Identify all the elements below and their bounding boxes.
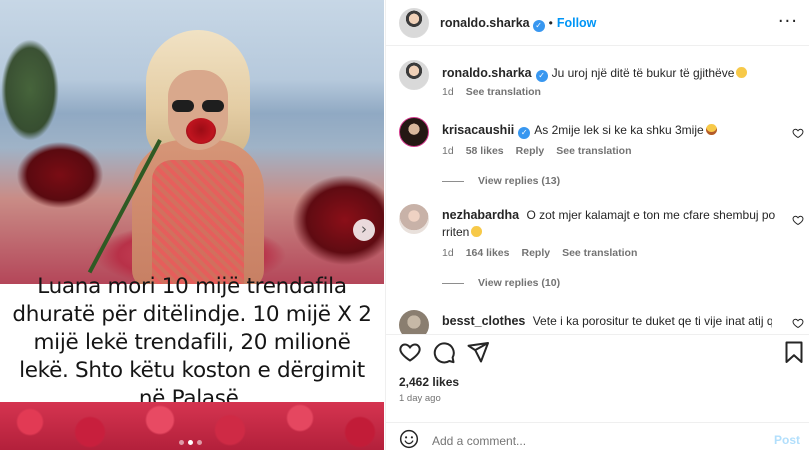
emoji-icon[interactable] <box>399 429 419 449</box>
heart-icon[interactable] <box>792 214 804 226</box>
avatar[interactable] <box>399 8 429 38</box>
replies-divider <box>442 180 464 182</box>
avatar[interactable] <box>399 310 429 334</box>
action-bar <box>386 334 809 372</box>
comment-meta: 1d 58 likes Reply See translation <box>442 145 632 157</box>
chevron-right-icon: › <box>361 220 367 238</box>
comment-text: As 2mije lek si ke ka shku 3mije <box>534 123 704 137</box>
verified-icon: ✓ <box>518 127 531 139</box>
comment-username[interactable]: krisacaushii <box>442 123 514 137</box>
woman-figure <box>87 30 268 290</box>
comment-body: besst_clothes Vete i ka porositur te duk… <box>442 313 772 330</box>
mesh-dress <box>152 160 244 290</box>
carousel-dot-active[interactable] <box>187 440 193 445</box>
comment-meta: 1d 164 likes Reply See translation <box>442 247 637 259</box>
palm-tree <box>0 20 80 170</box>
replies-divider <box>442 282 464 284</box>
view-replies-button[interactable]: View replies (10) <box>442 277 560 289</box>
comment-meta: 1d See translation <box>442 86 541 98</box>
verified-icon: ✓ <box>532 20 545 32</box>
comment-body: nezhabardha O zot mjer kalamajt e ton me… <box>442 207 782 241</box>
add-comment-bar: Post <box>386 422 809 450</box>
header-user-line: ronaldo.sharka ✓ • Follow <box>440 16 596 32</box>
sunglasses <box>172 100 224 112</box>
comment-username[interactable]: ronaldo.sharka <box>442 66 532 80</box>
carousel-next-button[interactable]: › <box>353 219 375 241</box>
carousel-dot[interactable] <box>178 440 184 445</box>
comment-icon[interactable] <box>432 340 456 364</box>
avatar[interactable] <box>399 117 429 147</box>
reply-button[interactable]: Reply <box>516 145 545 157</box>
comment-text: Vete i ka porositur te duket qe ti vije … <box>532 314 772 328</box>
follow-button[interactable]: Follow <box>557 16 597 30</box>
comment-username[interactable]: besst_clothes <box>442 314 525 328</box>
post-media[interactable]: › Luana mori 10 mijë trendafila dhuratë … <box>0 0 384 450</box>
worried-emoji-icon <box>471 226 483 237</box>
laughing-emoji-icon <box>705 124 717 135</box>
smile-emoji-icon <box>736 67 748 78</box>
share-icon[interactable] <box>466 340 490 364</box>
red-rose <box>186 118 216 144</box>
see-translation-link[interactable]: See translation <box>556 145 631 157</box>
instagram-post-view: › Luana mori 10 mijë trendafila dhuratë … <box>0 0 809 450</box>
heart-icon[interactable] <box>398 340 422 364</box>
bookmark-icon[interactable] <box>782 340 806 364</box>
more-icon[interactable]: ··· <box>778 11 798 32</box>
post-age: 1 day ago <box>399 393 441 404</box>
comment-username[interactable]: nezhabardha <box>442 208 519 222</box>
image-caption-box: Luana mori 10 mijë trendafila dhuratë pë… <box>0 274 384 411</box>
carousel-dots <box>170 440 210 448</box>
image-caption-text: Luana mori 10 mijë trendafila dhuratë pë… <box>12 274 372 411</box>
see-translation-link[interactable]: See translation <box>562 247 637 259</box>
comment-age: 1d <box>442 247 454 259</box>
post-side-panel: ronaldo.sharka ✓ • Follow ··· ronaldo.shark… <box>385 0 809 450</box>
post-photo <box>0 0 384 290</box>
comment-likes[interactable]: 58 likes <box>466 145 504 157</box>
view-replies-label: View replies (10) <box>478 277 561 289</box>
verified-icon: ✓ <box>535 70 548 82</box>
likes-count[interactable]: 2,462 likes <box>399 375 459 389</box>
comment-body: ronaldo.sharka ✓ Ju uroj një ditë të bukur… <box>442 65 780 82</box>
comment-text: Ju uroj një ditë të bukur të gjithëve <box>551 66 735 80</box>
reply-button[interactable]: Reply <box>521 247 550 259</box>
comment-age: 1d <box>442 145 454 157</box>
separator: • <box>548 16 553 30</box>
post-button[interactable]: Post <box>774 433 800 447</box>
header-username[interactable]: ronaldo.sharka <box>440 16 530 30</box>
view-replies-label: View replies (13) <box>478 175 561 187</box>
post-header: ronaldo.sharka ✓ • Follow ··· <box>386 0 809 46</box>
comment-likes[interactable]: 164 likes <box>466 247 510 259</box>
add-comment-input[interactable] <box>432 434 732 448</box>
carousel-dot[interactable] <box>196 440 202 445</box>
avatar[interactable] <box>399 204 429 234</box>
comment-age: 1d <box>442 86 454 98</box>
comment-body: krisacaushii ✓ As 2mije lek si ke ka shku … <box>442 122 780 139</box>
avatar[interactable] <box>399 60 429 90</box>
heart-icon[interactable] <box>792 317 804 329</box>
see-translation-link[interactable]: See translation <box>466 86 541 98</box>
comment-item: besst_clothes Vete i ka porositur te duk… <box>386 307 809 334</box>
heart-icon[interactable] <box>792 127 804 139</box>
view-replies-button[interactable]: View replies (13) <box>442 175 560 187</box>
